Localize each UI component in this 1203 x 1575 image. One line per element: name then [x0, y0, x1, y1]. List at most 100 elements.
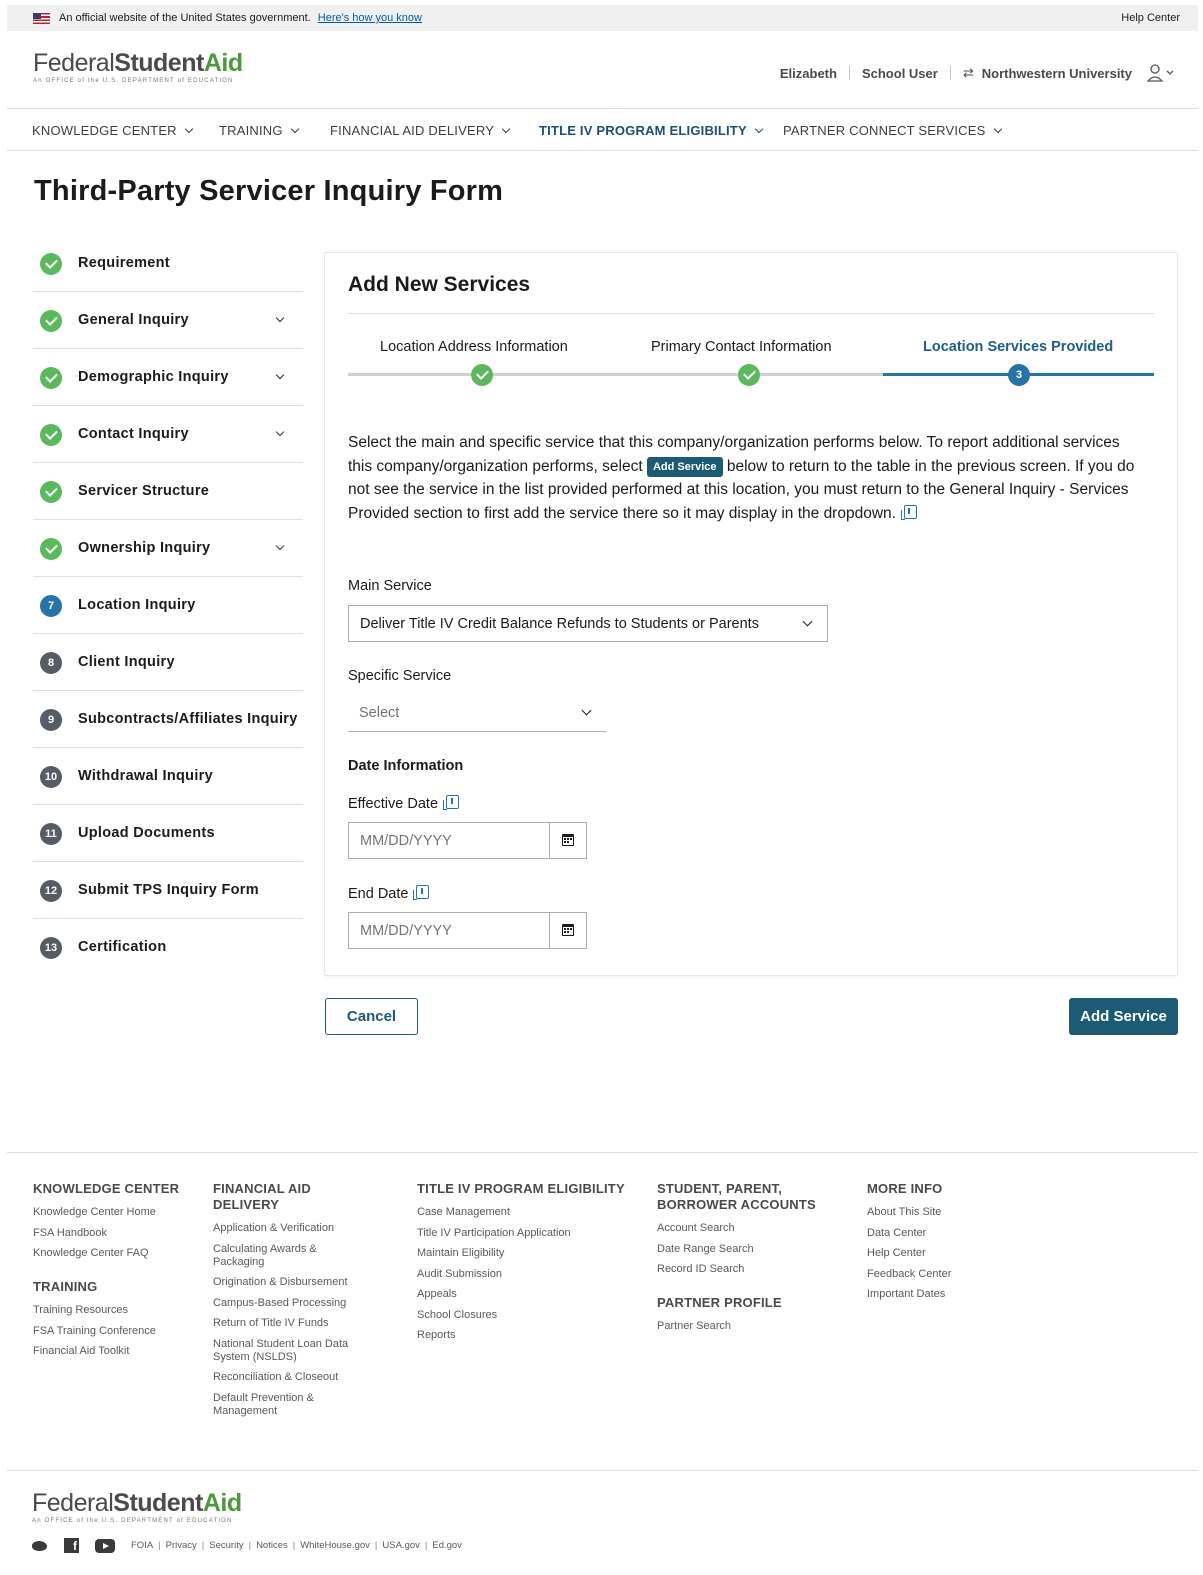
end-date-calendar-button[interactable] — [549, 913, 586, 948]
check-icon — [40, 253, 62, 275]
user-role[interactable]: School User — [862, 66, 938, 81]
footer-link[interactable]: Record ID Search — [657, 1263, 827, 1276]
specific-service-select[interactable]: Select — [348, 695, 606, 732]
legal-link[interactable]: Notices — [256, 1540, 288, 1551]
facebook-icon[interactable]: f — [64, 1538, 79, 1553]
sidebar-item-demographic-inquiry[interactable]: Demographic Inquiry — [33, 349, 303, 406]
cancel-button[interactable]: Cancel — [325, 998, 418, 1035]
user-school[interactable]: Northwestern University — [982, 66, 1132, 81]
sidebar-item-subcontracts-affiliates-inquiry[interactable]: 9 Subcontracts/Affiliates Inquiry — [33, 691, 303, 748]
sidebar-item-client-inquiry[interactable]: 8 Client Inquiry — [33, 634, 303, 691]
footer-link[interactable]: Campus-Based Processing — [213, 1297, 373, 1310]
sidebar-item-general-inquiry[interactable]: General Inquiry — [33, 292, 303, 349]
footer-link[interactable]: Application & Verification — [213, 1222, 373, 1235]
switch-icon[interactable]: ⇄ — [963, 65, 974, 81]
footer-link[interactable]: Help Center — [867, 1247, 951, 1260]
end-date-label: End Date — [348, 885, 430, 902]
footer-link[interactable]: Title IV Participation Application — [417, 1227, 625, 1240]
footer-link[interactable]: Reports — [417, 1329, 625, 1342]
sidebar-item-servicer-structure[interactable]: Servicer Structure — [33, 463, 303, 520]
chevron-down-icon[interactable] — [275, 541, 285, 551]
info-icon[interactable] — [443, 795, 460, 810]
chevron-down-icon[interactable] — [275, 427, 285, 437]
sidebar-item-label: Ownership Inquiry — [78, 540, 211, 556]
user-account-icon[interactable] — [1146, 63, 1176, 83]
sidebar-item-certification[interactable]: 13 Certification — [33, 919, 303, 976]
footer-link[interactable]: FSA Training Conference — [33, 1325, 179, 1338]
footer-link[interactable]: About This Site — [867, 1206, 951, 1219]
form-sidebar: Requirement General Inquiry Demographic … — [33, 235, 303, 976]
footer-link[interactable]: Appeals — [417, 1288, 625, 1301]
fsa-logo[interactable]: FederalStudentAid An OFFICE of the U.S. … — [33, 51, 243, 85]
sidebar-item-withdrawal-inquiry[interactable]: 10 Withdrawal Inquiry — [33, 748, 303, 805]
heres-how-you-know-link[interactable]: Here's how you know — [318, 12, 422, 24]
chevron-down-icon[interactable] — [275, 313, 285, 323]
footer-link[interactable]: Knowledge Center Home — [33, 1206, 179, 1219]
add-service-button[interactable]: Add Service — [1069, 998, 1178, 1035]
youtube-icon[interactable] — [95, 1538, 115, 1553]
sidebar-item-ownership-inquiry[interactable]: Ownership Inquiry — [33, 520, 303, 577]
footer-link[interactable]: Knowledge Center FAQ — [33, 1247, 179, 1260]
footer-link[interactable]: Audit Submission — [417, 1268, 625, 1281]
footer-link[interactable]: Account Search — [657, 1222, 827, 1235]
footer-link[interactable]: FSA Handbook — [33, 1227, 179, 1240]
sidebar-item-label: Contact Inquiry — [78, 426, 189, 442]
footer-link[interactable]: Feedback Center — [867, 1268, 951, 1281]
step-number-badge: 9 — [40, 709, 62, 731]
footer-fsa-logo[interactable]: FederalStudentAid An OFFICE of the U.S. … — [32, 1491, 242, 1525]
nav-partner-connect-services[interactable]: PARTNER CONNECT SERVICES — [783, 123, 1002, 138]
footer-link[interactable]: Data Center — [867, 1227, 951, 1240]
add-services-card: Add New Services Location Address Inform… — [324, 252, 1178, 976]
footer-link[interactable]: Default Prevention & Management — [213, 1392, 333, 1418]
sidebar-item-label: Demographic Inquiry — [78, 369, 229, 385]
nav-title-iv-program-eligibility[interactable]: TITLE IV PROGRAM ELIGIBILITY — [539, 123, 764, 138]
footer-heading: MORE INFO — [867, 1181, 943, 1196]
legal-link[interactable]: WhiteHouse.gov — [300, 1540, 370, 1551]
footer-link[interactable]: Date Range Search — [657, 1243, 827, 1256]
effective-date-calendar-button[interactable] — [549, 823, 586, 858]
chevron-down-icon[interactable] — [275, 370, 285, 380]
legal-links: FOIA | Privacy | Security | Notices | WhiteHouse… — [131, 1540, 462, 1551]
legal-link[interactable]: Ed.gov — [432, 1540, 462, 1551]
info-icon[interactable] — [413, 885, 430, 900]
footer-link[interactable]: Training Resources — [33, 1304, 179, 1317]
footer-link[interactable]: Case Management — [417, 1206, 625, 1219]
sidebar-item-contact-inquiry[interactable]: Contact Inquiry — [33, 406, 303, 463]
nav-knowledge-center[interactable]: KNOWLEDGE CENTER — [32, 123, 194, 138]
legal-link[interactable]: Privacy — [166, 1540, 197, 1551]
gov-banner-text: An official website of the United States… — [59, 12, 422, 24]
sidebar-item-upload-documents[interactable]: 11 Upload Documents — [33, 805, 303, 862]
effective-date-input[interactable]: MM/DD/YYYY — [348, 822, 587, 859]
footer-link[interactable]: Important Dates — [867, 1288, 951, 1301]
inline-add-service-button[interactable]: Add Service — [646, 456, 723, 477]
step-label-primary-contact[interactable]: Primary Contact Information — [651, 339, 832, 355]
footer-link[interactable]: Partner Search — [657, 1320, 827, 1333]
end-date-input[interactable]: MM/DD/YYYY — [348, 912, 587, 949]
main-nav: KNOWLEDGE CENTER TRAINING FINANCIAL AID … — [7, 109, 1198, 151]
footer-link[interactable]: Financial Aid Toolkit — [33, 1345, 179, 1358]
nav-training[interactable]: TRAINING — [219, 123, 299, 138]
divider — [348, 313, 1154, 314]
footer-link[interactable]: Maintain Eligibility — [417, 1247, 625, 1260]
user-area: Elizabeth School User ⇄ Northwestern Uni… — [780, 63, 1176, 83]
legal-link[interactable]: Security — [209, 1540, 243, 1551]
legal-link[interactable]: FOIA — [131, 1540, 153, 1551]
footer-link[interactable]: Calculating Awards & Packaging — [213, 1243, 343, 1269]
step-label-location-address[interactable]: Location Address Information — [380, 339, 568, 355]
help-center-link[interactable]: Help Center — [1121, 12, 1180, 24]
footer-link[interactable]: Origination & Disbursement — [213, 1276, 373, 1289]
footer-link[interactable]: Return of Title IV Funds — [213, 1317, 373, 1330]
nav-financial-aid-delivery[interactable]: FINANCIAL AID DELIVERY — [330, 123, 511, 138]
info-icon[interactable] — [900, 504, 917, 520]
footer-link[interactable]: School Closures — [417, 1309, 625, 1322]
twitter-icon[interactable] — [32, 1539, 48, 1552]
sidebar-item-requirement[interactable]: Requirement — [33, 235, 303, 292]
footer-link[interactable]: Reconciliation & Closeout — [213, 1371, 373, 1384]
legal-link[interactable]: USA.gov — [382, 1540, 420, 1551]
main-service-select[interactable]: Deliver Title IV Credit Balance Refunds … — [348, 605, 828, 642]
footer-link[interactable]: National Student Loan Data System (NSLDS… — [213, 1338, 363, 1364]
sidebar-item-location-inquiry[interactable]: 7 Location Inquiry — [33, 577, 303, 634]
step-label-location-services[interactable]: Location Services Provided — [923, 339, 1113, 355]
sidebar-item-submit-tps-inquiry-form[interactable]: 12 Submit TPS Inquiry Form — [33, 862, 303, 919]
user-name[interactable]: Elizabeth — [780, 66, 837, 81]
